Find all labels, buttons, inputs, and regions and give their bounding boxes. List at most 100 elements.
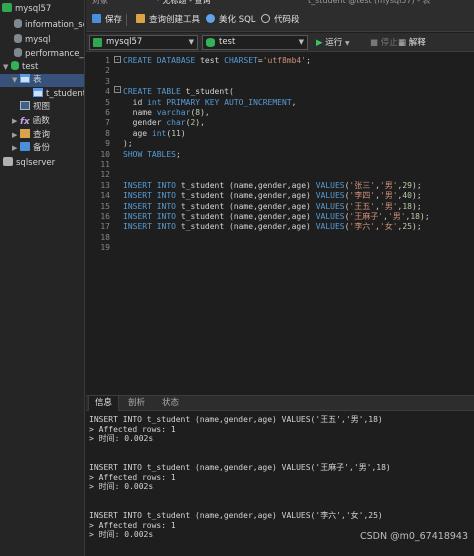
code-line[interactable]: id int PRIMARY KEY AUTO_INCREMENT, [123,98,297,108]
table-icon [33,88,43,97]
run-button[interactable]: ▶ 运行 ▼ [316,37,350,50]
code-line[interactable]: INSERT INTO t_student (name,gender,age) … [123,222,422,232]
tree-db-test[interactable]: ▼ test [3,61,38,74]
output-line: INSERT INTO t_student (name,gender,age) … [89,511,383,520]
function-icon: fx [20,117,30,127]
query-builder-button[interactable]: 查询创建工具 [136,13,200,27]
tab-profile[interactable]: 剖析 [122,396,151,411]
code-line[interactable]: age int(11) [123,129,186,139]
line-number: 16 [100,212,110,221]
tab-objects[interactable]: 对象 [92,0,108,8]
database-icon [206,38,215,47]
query-builder-icon [136,14,145,23]
tree-group-views[interactable]: 视图 [20,101,50,114]
line-number: 10 [100,149,110,159]
snippet-button[interactable]: 代码段 [261,13,300,27]
chevron-down-icon: ▼ [344,40,350,47]
line-number: 6 [105,108,110,117]
output-line: > 时间: 0.002s [89,482,154,492]
line-number: 3 [105,76,110,86]
expand-arrow-icon[interactable]: ▶ [12,129,20,142]
toolbar-divider [126,14,127,26]
tree-db-mysql[interactable]: mysql [14,34,51,47]
stop-icon: ■ [370,38,379,48]
snippet-icon [261,14,270,23]
tree-db-performance-schema[interactable]: performance_schema [14,48,84,61]
code-line[interactable]: ); [123,139,133,149]
connection-selector-row: mysql57 ▼ test ▼ ▶ 运行 ▼ ■ 停止 ▦ 解释 [86,33,474,52]
line-number: 15 [100,201,110,211]
connection-select[interactable]: mysql57 ▼ [89,35,198,50]
tree-group-queries[interactable]: ▶ 查询 [12,129,50,142]
code-line[interactable]: SHOW TABLES; [123,150,181,160]
view-icon [20,101,30,110]
collapse-arrow-icon[interactable]: ▼ [3,61,11,74]
collapse-arrow-icon[interactable]: ▼ [12,74,20,87]
line-number: 13 [100,180,110,190]
line-number: 12 [100,170,110,180]
code-line[interactable]: INSERT INTO t_student (name,gender,age) … [123,181,422,191]
code-line[interactable]: name varchar(8), [123,108,210,118]
tab-status[interactable]: 状态 [156,396,185,411]
result-panel-tabs: 信息 剖析 状态 [86,395,474,411]
code-line[interactable]: INSERT INTO t_student (name,gender,age) … [123,212,430,222]
fold-toggle-icon[interactable]: - [114,56,121,63]
run-icon: ▶ [316,38,323,48]
code-line[interactable]: gender char(2), [123,118,205,128]
explain-button[interactable]: ▦ 解释 [398,37,426,49]
line-number: 19 [100,243,110,253]
tree-table-t-student[interactable]: t_student [33,88,84,101]
code-line[interactable]: INSERT INTO t_student (name,gender,age) … [123,191,422,201]
line-number: 17 [100,222,110,232]
tree-connection-mysql57[interactable]: mysql57 [2,3,51,16]
explain-icon: ▦ [398,38,407,48]
tab-info[interactable]: 信息 [88,396,120,411]
query-icon [20,129,30,138]
expand-arrow-icon[interactable]: ▶ [12,142,20,155]
line-number: 1 [105,56,110,65]
output-line: > 时间: 0.002s [89,530,154,540]
database-icon [14,34,22,43]
database-icon [14,48,22,57]
tab-query[interactable]: * 无标题 - 查询 [156,0,211,8]
chevron-down-icon: ▼ [188,38,194,46]
database-select[interactable]: test ▼ [202,35,308,50]
line-number: 9 [105,139,110,149]
save-button[interactable]: 保存 [92,13,122,27]
output-line: INSERT INTO t_student (name,gender,age) … [89,463,391,472]
save-icon [92,14,101,23]
tree-connection-sqlserver[interactable]: sqlserver [3,157,55,170]
connection-icon [3,157,13,166]
code-line[interactable]: INSERT INTO t_student (name,gender,age) … [123,202,422,212]
stop-button[interactable]: ■ 停止 [370,37,398,49]
code-line[interactable]: CREATE TABLE t_student( [123,87,234,97]
tab-table-design[interactable]: t_student @test (mysql57) - 表 [308,0,431,8]
tree-db-information-schema[interactable]: information_schema [14,19,84,32]
line-number: 7 [105,118,110,128]
expand-arrow-icon[interactable]: ▶ [12,115,20,128]
line-number: 5 [105,97,110,107]
fold-toggle-icon[interactable]: - [114,86,121,93]
watermark: CSDN @m0_67418943 [359,531,468,542]
connection-icon [2,3,12,12]
table-icon [20,74,30,83]
output-line: INSERT INTO t_student (name,gender,age) … [89,415,383,424]
line-number: 11 [100,160,110,169]
backup-icon [20,142,30,151]
beautify-sql-button[interactable]: 美化 SQL [206,13,256,27]
line-number: 4 [105,87,110,97]
sql-editor[interactable]: 1 2 3 4 5 6 7 8 9 10 11 12 13 14 15 16 17 18 19 - - CREATE… [86,53,474,395]
tree-group-backups[interactable]: ▶ 备份 [12,142,50,155]
tree-group-functions[interactable]: ▶ fx 函数 [12,115,50,128]
code-line[interactable]: CREATE DATABASE test CHARSET='utf8mb4'; [123,56,311,66]
toolbar: 保存 查询创建工具 美化 SQL 代码段 [86,8,474,32]
navigation-tree: mysql57 information_schema mysql perform… [0,0,85,556]
document-tabs: 对象 * 无标题 - 查询 t_student @test (mysql57) … [86,0,474,8]
line-number: 14 [100,191,110,201]
line-number: 8 [105,128,110,138]
beautify-icon [206,14,215,23]
chevron-down-icon: ▼ [298,38,304,46]
connection-icon [93,38,102,47]
output-line: > 时间: 0.002s [89,434,154,444]
tree-group-tables[interactable]: ▼ 表 [0,74,84,87]
